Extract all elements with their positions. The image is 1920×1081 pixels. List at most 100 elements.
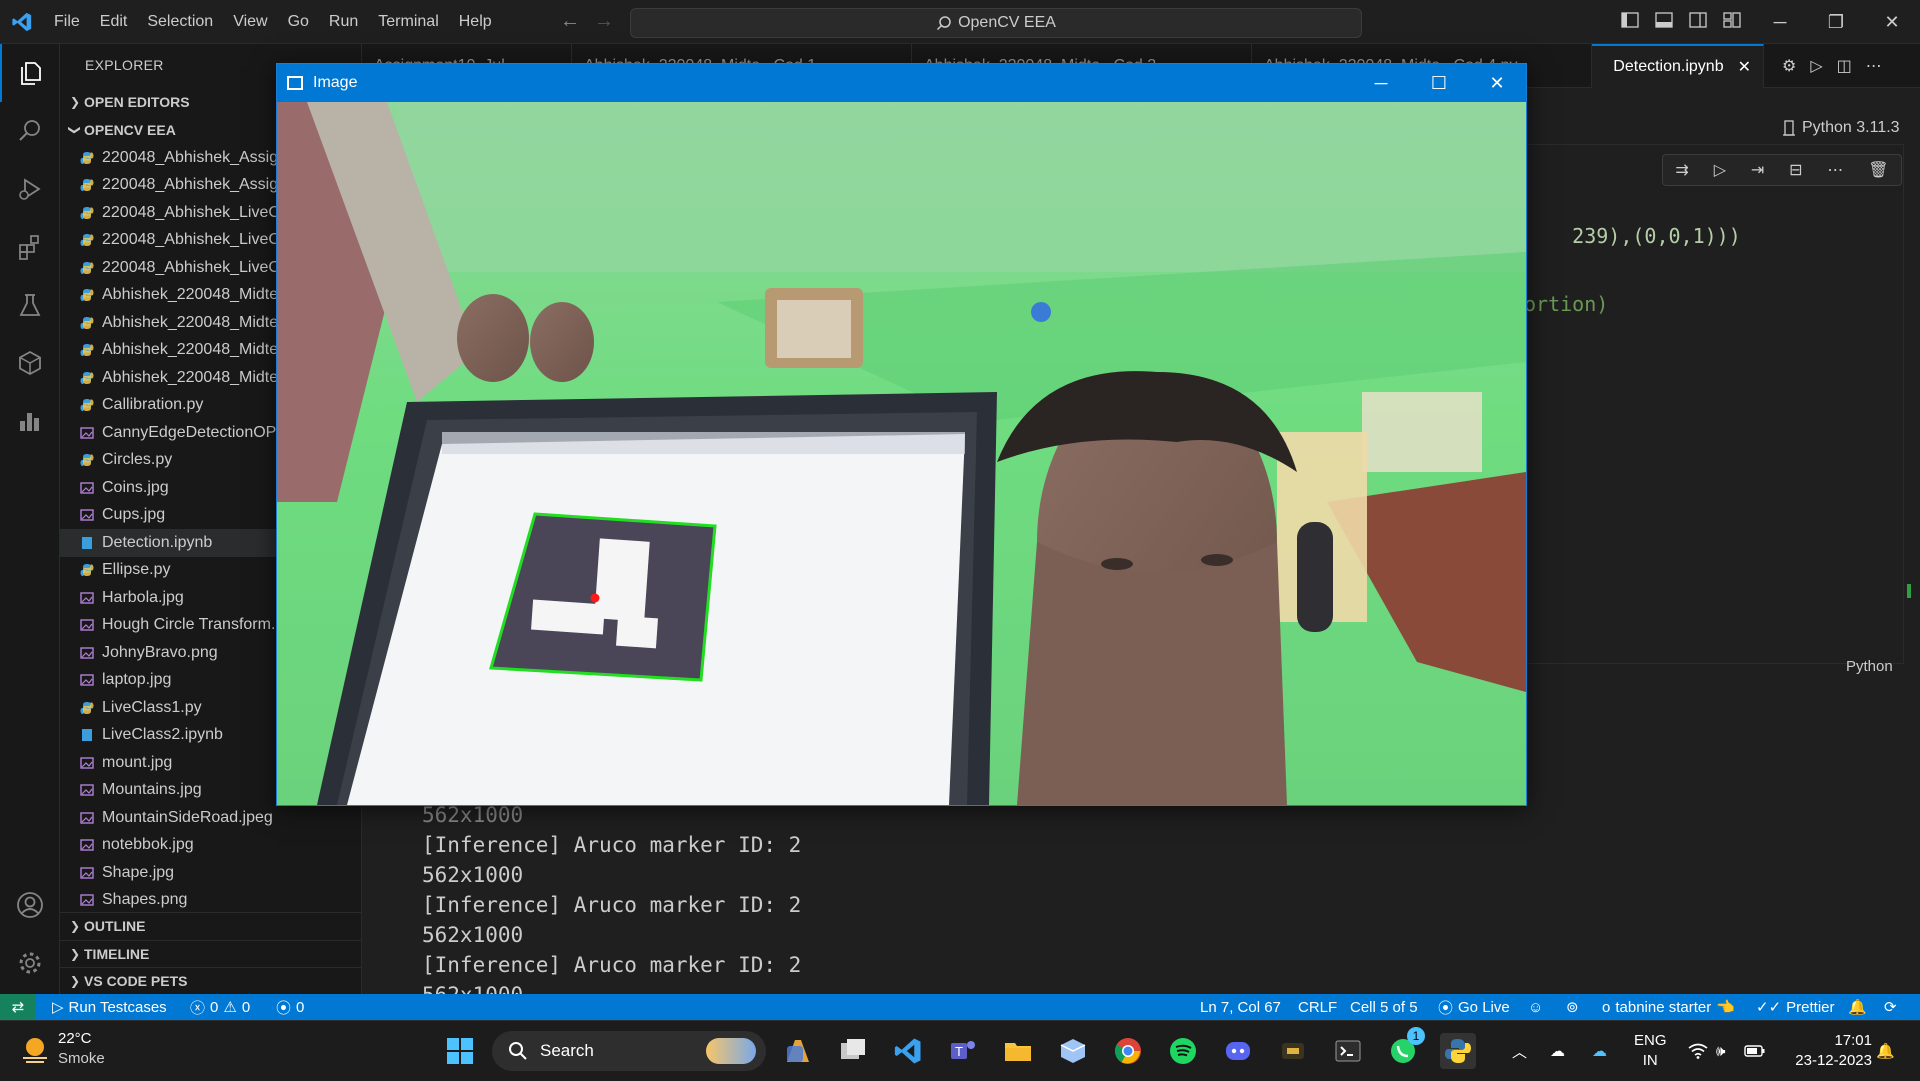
image-window-titlebar[interactable]: Image: [277, 64, 1526, 102]
box-app-icon[interactable]: [1055, 1033, 1091, 1069]
discord-icon[interactable]: [1220, 1033, 1256, 1069]
toggle-panel-icon[interactable]: [1654, 10, 1674, 30]
toggle-secondary-sidebar-icon[interactable]: [1688, 10, 1708, 30]
forward-arrow-icon[interactable]: →: [594, 10, 614, 33]
explorer-icon[interactable]: [0, 44, 60, 102]
broadcast-icon: ⦿: [276, 997, 291, 1018]
input-language[interactable]: ENG IN: [1634, 1021, 1667, 1081]
prettier-indicator[interactable]: ✓✓Prettier: [1756, 994, 1835, 1020]
terminal-icon[interactable]: [1330, 1033, 1366, 1069]
search-icon: [936, 15, 952, 31]
minimize-icon[interactable]: ─: [1752, 0, 1808, 44]
volume-icon[interactable]: 🕪: [1716, 1021, 1725, 1081]
output-line: 562x1000: [422, 860, 801, 890]
taskbar-search[interactable]: Search: [492, 1031, 766, 1071]
file-item[interactable]: MountainSideRoad.jpeg: [60, 804, 361, 832]
clock[interactable]: 17:01 23-12-2023: [1782, 1021, 1872, 1081]
tab-close-icon[interactable]: ✕: [1738, 57, 1751, 77]
maximize-icon[interactable]: ☐: [1410, 64, 1468, 102]
chrome-icon[interactable]: [1110, 1033, 1146, 1069]
tabnine-indicator[interactable]: οtabnine starter👈: [1602, 994, 1735, 1020]
copilot-icon[interactable]: ☺: [1528, 994, 1543, 1020]
restore-icon[interactable]: ❐: [1808, 0, 1864, 44]
charts-icon[interactable]: [0, 392, 60, 450]
more-icon[interactable]: ⋯: [1827, 160, 1843, 180]
file-explorer-icon[interactable]: [1000, 1033, 1036, 1069]
account-icon[interactable]: [0, 876, 60, 934]
close-icon[interactable]: ✕: [1468, 64, 1526, 102]
close-icon[interactable]: ✕: [1864, 0, 1920, 44]
spotify-icon[interactable]: [1165, 1033, 1201, 1069]
settings-gear-icon[interactable]: [0, 934, 60, 992]
task-view-icon[interactable]: [835, 1033, 871, 1069]
split-editor-icon[interactable]: ◫: [1837, 56, 1852, 76]
problems-indicator[interactable]: ⓧ0 ⚠0: [190, 994, 250, 1020]
minimize-icon[interactable]: ─: [1352, 64, 1410, 102]
menu-view[interactable]: View: [223, 0, 277, 44]
battery-icon[interactable]: [1744, 1021, 1766, 1081]
back-arrow-icon[interactable]: ←: [560, 10, 580, 33]
vscode-taskbar-icon[interactable]: [890, 1033, 926, 1069]
notifications-icon[interactable]: 🔔: [1848, 994, 1867, 1020]
remote-explorer-icon[interactable]: [0, 334, 60, 392]
search-icon[interactable]: [0, 102, 60, 160]
cell-language[interactable]: Python: [1846, 658, 1893, 675]
run-cell-icon[interactable]: ▷: [1714, 160, 1726, 180]
window-controls: ─ ❐ ✕: [1752, 0, 1920, 44]
teams-icon[interactable]: T: [945, 1033, 981, 1069]
menu-run[interactable]: Run: [319, 0, 368, 44]
remote-indicator-icon[interactable]: ⇄: [0, 994, 36, 1020]
file-item[interactable]: Shape.jpg: [60, 859, 361, 887]
onedrive-business-icon[interactable]: ☁: [1592, 1021, 1607, 1081]
toggle-sidebar-icon[interactable]: [1620, 10, 1640, 30]
python-file-icon: [80, 316, 94, 330]
windows-start-icon[interactable]: [442, 1033, 478, 1069]
more-actions-icon[interactable]: ⋯: [1866, 56, 1882, 76]
whatsapp-icon[interactable]: 1: [1385, 1033, 1421, 1069]
run-below-icon[interactable]: ⇥: [1751, 160, 1764, 180]
copilot-app-icon[interactable]: [780, 1033, 816, 1069]
vscode-pets-section[interactable]: ❯ VS CODE PETS: [60, 967, 361, 994]
outline-section[interactable]: ❯ OUTLINE: [60, 912, 361, 940]
wifi-icon[interactable]: [1688, 1021, 1708, 1081]
menu-terminal[interactable]: Terminal: [368, 0, 448, 44]
gear-icon[interactable]: ⚙: [1782, 56, 1796, 76]
command-center[interactable]: OpenCV EEA: [630, 8, 1362, 38]
sync-icon[interactable]: ⟳: [1884, 994, 1897, 1020]
file-name: 220048_Abhishek_LiveCl: [102, 231, 283, 249]
timeline-section[interactable]: ❯ TIMELINE: [60, 940, 361, 968]
extensions-icon[interactable]: [0, 218, 60, 276]
eol-indicator[interactable]: CRLF: [1298, 994, 1337, 1020]
menu-help[interactable]: Help: [449, 0, 502, 44]
ports-indicator[interactable]: ⦿0: [276, 994, 304, 1020]
file-item[interactable]: Shapes.png: [60, 887, 361, 915]
cursor-position[interactable]: Ln 7, Col 67: [1200, 994, 1281, 1020]
opencv-image-window[interactable]: Image ─ ☐ ✕: [276, 63, 1527, 806]
notification-bell-icon[interactable]: 🔔: [1876, 1021, 1895, 1081]
weather-widget[interactable]: 22°C Smoke: [20, 1029, 105, 1069]
customize-layout-icon[interactable]: [1722, 10, 1742, 30]
menu-edit[interactable]: Edit: [90, 0, 138, 44]
delete-cell-icon[interactable]: 🗑: [1868, 160, 1888, 180]
go-live-button[interactable]: ⦿Go Live: [1438, 994, 1510, 1020]
tab-detection[interactable]: Detection.ipynb ✕: [1592, 44, 1764, 88]
notebook-file-icon: [80, 536, 94, 550]
split-cell-icon[interactable]: ⊟: [1789, 160, 1802, 180]
kernel-picker[interactable]: Python 3.11.3: [1782, 119, 1900, 137]
sidebar-bottom-sections: ❯ OUTLINE ❯ TIMELINE ❯ VS CODE PETS: [60, 912, 361, 994]
game-app-icon[interactable]: [1275, 1033, 1311, 1069]
menu-go[interactable]: Go: [278, 0, 319, 44]
file-item[interactable]: notebbok.jpg: [60, 832, 361, 860]
onedrive-icon[interactable]: ☁: [1550, 1021, 1565, 1081]
feedback-icon[interactable]: ⊚: [1566, 994, 1579, 1020]
python-app-icon[interactable]: [1440, 1033, 1476, 1069]
run-above-icon[interactable]: ⇉: [1675, 160, 1688, 180]
cell-indicator[interactable]: Cell 5 of 5: [1350, 994, 1418, 1020]
run-testcases-button[interactable]: ▷ Run Testcases: [52, 994, 167, 1020]
testing-icon[interactable]: [0, 276, 60, 334]
menu-selection[interactable]: Selection: [137, 0, 223, 44]
run-icon[interactable]: ▷: [1810, 56, 1822, 76]
show-hidden-icons-icon[interactable]: ︿: [1512, 1021, 1527, 1081]
run-debug-icon[interactable]: [0, 160, 60, 218]
menu-file[interactable]: File: [44, 0, 90, 44]
